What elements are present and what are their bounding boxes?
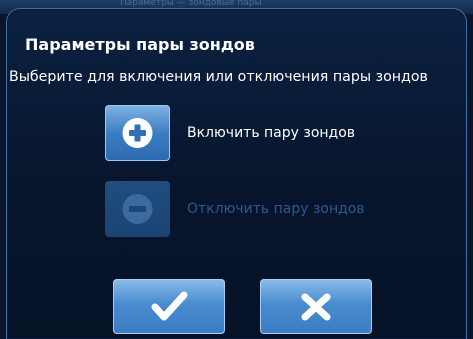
probe-pair-settings-dialog: Параметры пары зондов Выберите для включ…: [6, 8, 467, 339]
background-window-title: Параметры — зондовые пары: [120, 0, 262, 8]
confirm-button[interactable]: [113, 279, 225, 334]
plus-circle-icon: [122, 118, 153, 148]
enable-probe-pair-option[interactable]: Включить пару зондов: [105, 105, 405, 163]
close-icon: [301, 293, 331, 321]
enable-probe-pair-button[interactable]: [105, 105, 170, 161]
enable-probe-pair-label: Включить пару зондов: [187, 125, 356, 141]
checkmark-icon: [151, 291, 188, 321]
disable-probe-pair-option: Отключить пару зондов: [105, 181, 405, 239]
disable-probe-pair-label: Отключить пару зондов: [187, 201, 365, 217]
screen: Параметры — зондовые пары Параметры пары…: [0, 0, 473, 339]
dialog-title: Параметры пары зондов: [25, 35, 255, 54]
disable-probe-pair-button: [105, 181, 170, 237]
minus-circle-icon: [122, 194, 153, 224]
dialog-subtitle: Выберите для включения или отключения па…: [9, 69, 428, 85]
cancel-button[interactable]: [260, 279, 372, 334]
